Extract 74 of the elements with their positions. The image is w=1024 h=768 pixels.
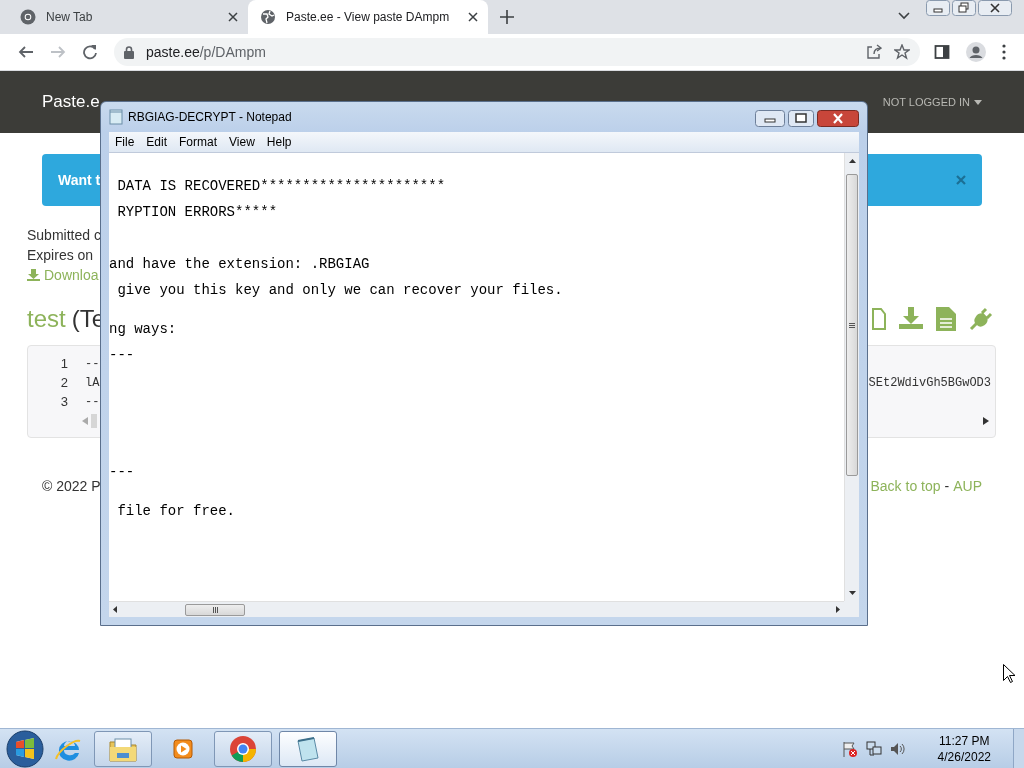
mouse-pointer-icon — [1003, 664, 1015, 683]
paste-title: test — [27, 305, 66, 333]
text-line: give you this key and only we can recover your files. — [116, 284, 564, 297]
text-line: --- — [109, 466, 136, 479]
text-line: and have the extension: .RBGIAG — [109, 258, 371, 271]
right-arrow-icon[interactable] — [983, 417, 989, 425]
minimize-icon[interactable] — [755, 110, 785, 127]
start-button-icon[interactable] — [6, 729, 44, 768]
reload-icon[interactable] — [82, 44, 98, 60]
minimize-icon[interactable] — [926, 0, 950, 16]
menu-item[interactable]: File — [109, 135, 141, 149]
up-arrow-icon[interactable] — [848, 159, 856, 163]
profile-icon[interactable] — [966, 42, 986, 62]
share-icon[interactable] — [866, 44, 882, 60]
menu-item[interactable]: Edit — [140, 135, 174, 149]
code-line: lA — [85, 375, 101, 390]
down-arrow-icon[interactable] — [848, 591, 856, 595]
text-line: --- — [109, 349, 136, 362]
paste-meta-text: Submitted c — [27, 226, 101, 245]
close-icon[interactable] — [468, 12, 478, 22]
menu-item[interactable]: Format — [173, 135, 224, 149]
taskbar-button[interactable] — [214, 730, 272, 767]
banner-text: Want t — [58, 172, 101, 188]
window-title: RBGIAG-DECRYPT - Notepad — [128, 110, 293, 124]
left-arrow-icon[interactable] — [113, 606, 117, 613]
taskbar-button[interactable] — [94, 730, 152, 767]
horizontal-scrollbar[interactable] — [109, 601, 844, 617]
back-arrow-icon[interactable] — [18, 44, 34, 60]
flag-icon[interactable] — [841, 740, 858, 757]
notepad-icon — [109, 109, 123, 125]
vertical-scrollbar[interactable] — [844, 153, 859, 601]
text-line: ng ways: — [109, 323, 178, 336]
copyright-text: © 2022 P — [42, 478, 101, 494]
text-line: file for free. — [116, 505, 237, 518]
clock[interactable]: 11:27 PM 4/26/2022 — [937, 732, 991, 765]
menu-item[interactable]: View — [223, 135, 261, 149]
globe-icon — [260, 9, 276, 25]
close-icon[interactable] — [228, 12, 238, 22]
line-number: 2 — [59, 375, 69, 390]
line-number: 1 — [59, 356, 69, 371]
grip-icon — [212, 606, 218, 613]
browser-tab[interactable]: New Tab — [8, 0, 248, 34]
scroll-thumb[interactable] — [91, 414, 97, 428]
code-line: -- — [85, 356, 101, 371]
plus-icon[interactable] — [500, 10, 514, 24]
download-icon — [27, 269, 40, 281]
side-panel-icon[interactable] — [934, 44, 950, 60]
line-number: 3 — [59, 394, 69, 409]
close-icon[interactable] — [817, 110, 859, 127]
restore-icon[interactable] — [952, 0, 976, 16]
separator-text: - — [944, 478, 950, 494]
account-menu[interactable]: NOT LOGGED IN — [882, 96, 982, 108]
caret-icon — [974, 99, 982, 105]
text-line: RYPTION ERRORS***** — [116, 206, 279, 219]
grip-icon — [849, 322, 855, 328]
taskbar-button[interactable] — [279, 730, 337, 767]
chevron-down-icon[interactable] — [897, 11, 911, 21]
menu-icon[interactable] — [1002, 44, 1006, 60]
code-line: SEt2WdivGh5BGwOD3 — [868, 375, 992, 390]
clock-date: 4/26/2022 — [937, 748, 991, 765]
maximize-icon[interactable] — [788, 110, 814, 127]
network-icon[interactable] — [865, 740, 882, 757]
clock-time: 11:27 PM — [939, 732, 990, 749]
star-icon[interactable] — [894, 44, 910, 60]
text-line: DATA IS RECOVERED********************** — [116, 180, 447, 193]
browser-tab[interactable]: Paste.ee - View paste DAmpm — [248, 0, 488, 34]
site-logo[interactable]: Paste.e — [42, 92, 100, 112]
menu-item[interactable]: Help — [260, 135, 298, 149]
code-line: -- — [85, 394, 101, 409]
close-icon[interactable] — [978, 0, 1012, 16]
right-arrow-icon[interactable] — [836, 606, 840, 613]
lock-icon — [124, 45, 134, 59]
chrome-logo-icon — [20, 9, 36, 25]
paste-meta-text: Expires on — [27, 246, 94, 265]
